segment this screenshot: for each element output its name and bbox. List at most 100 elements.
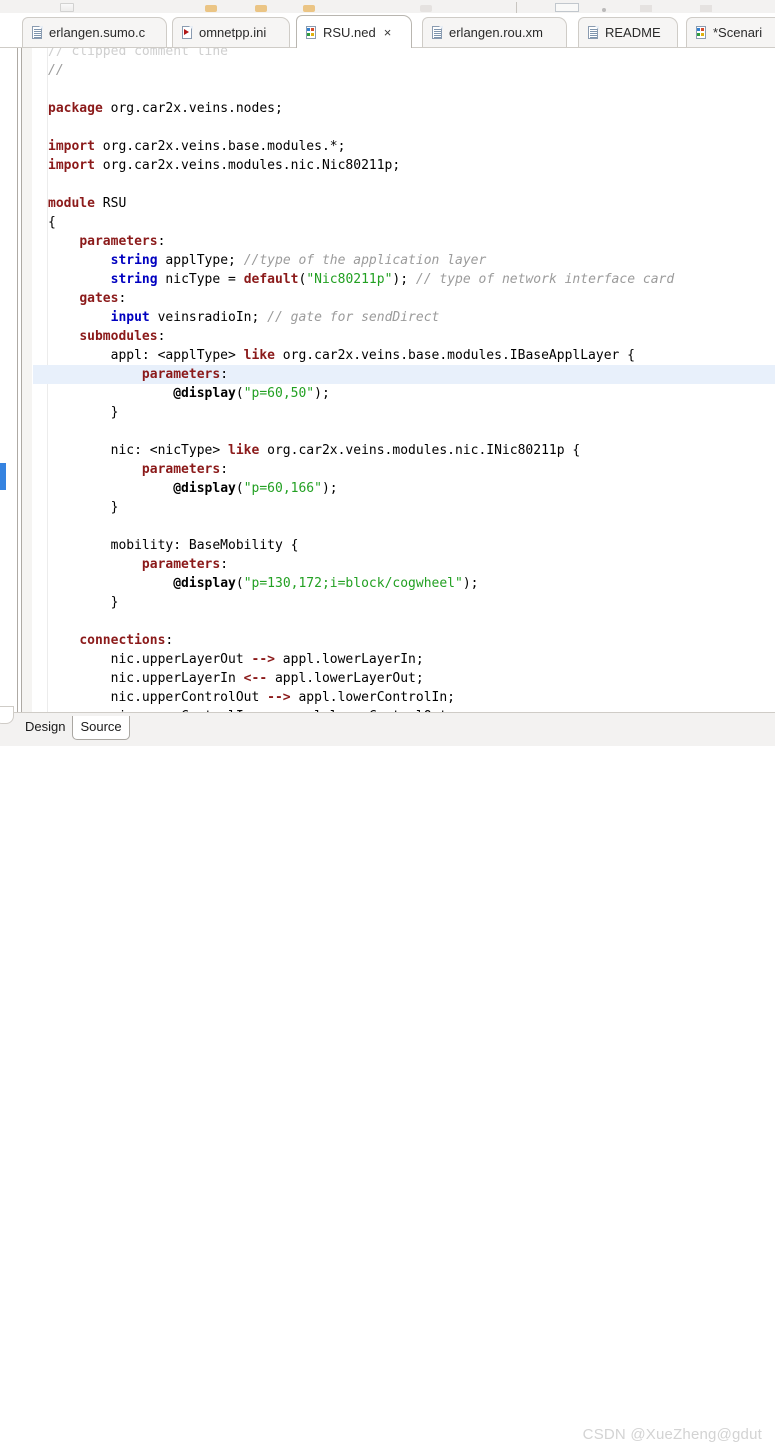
code-line[interactable]: input veinsradioIn; // gate for sendDire… (33, 308, 775, 327)
overview-marker-column[interactable] (0, 48, 6, 712)
code-token: "p=60,50" (243, 386, 315, 401)
code-line[interactable]: submodules: (33, 327, 775, 346)
code-token: : (157, 234, 166, 249)
tab-source[interactable]: Source (72, 716, 130, 740)
code-token: //type of the application layer (243, 253, 487, 268)
layout-icon[interactable] (555, 3, 579, 12)
code-line[interactable]: // (33, 61, 775, 80)
code-token: module (48, 196, 95, 211)
editor-tab-readme[interactable]: README (578, 17, 678, 47)
tab-label: RSU.ned (323, 24, 376, 40)
annotation-gutter[interactable] (22, 48, 32, 712)
code-line[interactable]: gates: (33, 289, 775, 308)
new-file-icon[interactable] (60, 3, 74, 12)
more-icon[interactable] (602, 8, 606, 12)
code-line[interactable]: parameters: (33, 555, 775, 574)
code-line[interactable]: nic: <nicType> like org.car2x.veins.modu… (33, 441, 775, 460)
code-line[interactable]: connections: (33, 631, 775, 650)
editor-tab-erlangen-sumo-c[interactable]: erlangen.sumo.c (22, 17, 167, 47)
editor-tab-omnetpp-ini[interactable]: omnetpp.ini (172, 17, 290, 47)
code-line[interactable]: import org.car2x.veins.base.modules.*; (33, 137, 775, 156)
code-token: : (220, 367, 229, 382)
code-token: "p=60,166" (243, 481, 322, 496)
code-line[interactable]: string nicType = default("Nic80211p"); /… (33, 270, 775, 289)
code-token: org.car2x.veins.base.modules.IBaseApplLa… (274, 348, 636, 363)
code-line[interactable] (33, 517, 775, 536)
code-token: appl.lowerControlIn; (290, 690, 456, 705)
source-editor[interactable]: // clipped comment line // package org.car… (0, 48, 775, 712)
code-token: : (118, 291, 127, 306)
code-line[interactable]: @display("p=130,172;i=block/cogwheel"); (33, 574, 775, 593)
code-token: parameters (141, 367, 221, 382)
code-token: : (220, 557, 229, 572)
external-tools-icon[interactable] (420, 5, 432, 12)
code-token: mobility: BaseMobility { (48, 538, 299, 553)
code-lines[interactable]: // clipped comment line // package org.car… (33, 48, 775, 712)
code-token: : (157, 329, 166, 344)
code-token: // (48, 63, 64, 78)
code-line[interactable]: parameters: (33, 460, 775, 479)
editor-tab-erlangen-rou-xm[interactable]: erlangen.rou.xm (422, 17, 567, 47)
run-icon[interactable] (205, 5, 217, 12)
code-token: // type of network interface card (415, 272, 675, 287)
code-line[interactable]: nic.upperLayerOut --> appl.lowerLayerIn; (33, 650, 775, 669)
code-token: @display (173, 576, 236, 591)
code-line[interactable] (33, 80, 775, 99)
occurrence-marker[interactable] (0, 463, 6, 490)
editor-tab-scenario[interactable]: *Scenari (686, 17, 775, 47)
code-token: applType; (157, 253, 244, 268)
code-line[interactable]: string applType; //type of the applicati… (33, 251, 775, 270)
code-line[interactable]: nic.upperLayerIn <-- appl.lowerLayerOut; (33, 669, 775, 688)
debug-icon[interactable] (255, 5, 267, 12)
code-token: appl.lowerLayerOut; (267, 671, 424, 686)
code-line[interactable]: // clipped comment line (33, 48, 775, 61)
code-token: } (48, 500, 119, 515)
code-line[interactable]: parameters: (33, 365, 775, 384)
text-file-icon (431, 25, 444, 40)
code-line[interactable]: package org.car2x.veins.nodes; (33, 99, 775, 118)
code-line[interactable]: appl: <applType> like org.car2x.veins.ba… (33, 346, 775, 365)
code-token: @display (173, 386, 236, 401)
code-token: appl: <applType> (48, 348, 244, 363)
code-line[interactable]: } (33, 593, 775, 612)
code-token: : (220, 462, 229, 477)
back-icon[interactable] (640, 5, 652, 12)
code-token: org.car2x.veins.modules.nic.Nic80211p; (94, 158, 401, 173)
code-line[interactable]: } (33, 403, 775, 422)
code-line[interactable]: @display("p=60,50"); (33, 384, 775, 403)
code-line[interactable]: import org.car2x.veins.modules.nic.Nic80… (33, 156, 775, 175)
code-line[interactable]: module RSU (33, 194, 775, 213)
code-line[interactable]: mobility: BaseMobility { (33, 536, 775, 555)
code-token: default (243, 272, 299, 287)
code-token: ); (321, 481, 338, 496)
code-token: RSU (94, 196, 127, 211)
code-token: parameters (141, 557, 221, 572)
code-line[interactable] (33, 175, 775, 194)
code-token: } (48, 595, 119, 610)
text-file-icon (31, 25, 44, 40)
code-line[interactable] (33, 422, 775, 441)
code-surface[interactable]: // clipped comment line // package org.car… (33, 48, 775, 712)
close-icon[interactable]: × (384, 26, 392, 39)
code-line[interactable]: } (33, 498, 775, 517)
editor-tab-rsu-ned[interactable]: RSU.ned × (296, 15, 412, 48)
forward-icon[interactable] (700, 5, 712, 12)
code-token: nicType = (157, 272, 244, 287)
code-line[interactable]: nic.upperControlOut --> appl.lowerContro… (33, 688, 775, 707)
code-line[interactable]: { (33, 213, 775, 232)
code-line[interactable] (33, 612, 775, 631)
toolbar-strip (0, 0, 775, 14)
code-line[interactable]: @display("p=60,166"); (33, 479, 775, 498)
code-line[interactable] (33, 118, 775, 137)
tab-design[interactable]: Design (18, 716, 72, 739)
code-token: nic.upperControlOut (48, 690, 268, 705)
toolbar-separator (516, 2, 517, 13)
code-token: parameters (79, 234, 158, 249)
code-line[interactable]: parameters: (33, 232, 775, 251)
profile-icon[interactable] (303, 5, 315, 12)
